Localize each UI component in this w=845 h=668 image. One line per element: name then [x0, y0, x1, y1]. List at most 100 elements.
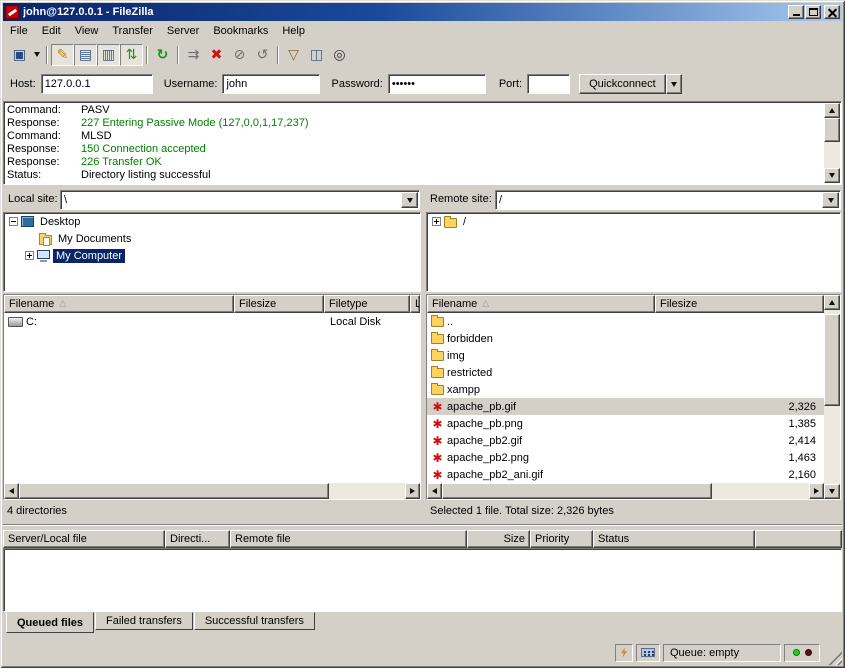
maximize-button[interactable] [805, 5, 821, 19]
message-log: Command:PASV Response:227 Entering Passi… [3, 101, 842, 185]
remote-horizontal-scrollbar[interactable] [427, 483, 824, 499]
scroll-right-button[interactable] [405, 483, 420, 499]
remote-site-dropdown[interactable] [822, 192, 839, 208]
remote-file-row[interactable]: .. [427, 313, 824, 330]
menu-transfer[interactable]: Transfer [105, 23, 160, 39]
menu-file[interactable]: File [3, 23, 35, 39]
column-header-server-local-file[interactable]: Server/Local file [3, 530, 165, 548]
expand-icon[interactable] [432, 217, 441, 226]
remote-file-row[interactable]: ✱apache_pb.png1,385 [427, 415, 824, 432]
cancel-button[interactable]: ✖ [205, 44, 228, 66]
port-input[interactable] [527, 74, 570, 94]
column-header-priority[interactable]: Priority [530, 530, 593, 548]
tree-item-my-documents[interactable]: My Documents [4, 230, 420, 247]
remote-file-row[interactable]: xampp [427, 381, 824, 398]
column-header-filetype[interactable]: Filetype [324, 295, 410, 313]
column-header-filename[interactable]: Filename△ [427, 295, 655, 313]
process-queue-button[interactable]: ⇉ [182, 44, 205, 66]
scroll-right-button[interactable] [809, 483, 824, 499]
remote-site-label: Remote site: [430, 193, 492, 205]
remote-status-text: Selected 1 file. Total size: 2,326 bytes [430, 503, 614, 519]
local-site-dropdown[interactable] [401, 192, 418, 208]
close-button[interactable] [824, 5, 840, 19]
scroll-down-button[interactable] [824, 168, 840, 183]
refresh-button[interactable]: ↻ [151, 44, 174, 66]
tree-item-root[interactable]: / [427, 213, 840, 230]
menu-help[interactable]: Help [275, 23, 312, 39]
scrollbar-track[interactable] [824, 310, 840, 484]
file-icon: ✱ [431, 452, 444, 464]
collapse-icon[interactable] [9, 217, 18, 226]
remote-file-row[interactable]: ✱apache_pb2.png1,463 [427, 449, 824, 466]
remote-directory-tree: / [426, 212, 841, 292]
disconnect-icon: ⊘ [234, 48, 246, 62]
file-icon: ✱ [431, 401, 444, 413]
tab-successful-transfers[interactable]: Successful transfers [194, 612, 315, 630]
minimize-button[interactable] [788, 5, 804, 19]
disconnect-button[interactable]: ⊘ [228, 44, 251, 66]
log-scrollbar[interactable] [824, 103, 840, 183]
scrollbar-thumb[interactable] [19, 483, 329, 499]
scroll-up-button[interactable] [824, 103, 840, 118]
tab-failed-transfers[interactable]: Failed transfers [95, 612, 193, 630]
local-file-row[interactable]: C: Local Disk [4, 313, 420, 330]
column-header-filesize[interactable]: Filesize [655, 295, 824, 313]
scrollbar-track[interactable] [442, 483, 809, 499]
scrollbar-track[interactable] [824, 118, 840, 168]
column-header-status[interactable]: Status [593, 530, 755, 548]
scrollbar-thumb[interactable] [824, 314, 840, 406]
toggle-local-tree-button[interactable]: ▤ [74, 44, 97, 66]
column-header-remote-file[interactable]: Remote file [230, 530, 467, 548]
site-manager-dropdown[interactable] [31, 44, 43, 66]
expand-icon[interactable] [25, 251, 34, 260]
remote-file-row[interactable]: forbidden [427, 330, 824, 347]
column-header-filename[interactable]: Filename△ [4, 295, 234, 313]
local-horizontal-scrollbar[interactable] [4, 483, 420, 499]
queue-body[interactable] [3, 548, 842, 612]
log-line: Response:150 Connection accepted [7, 143, 822, 156]
remote-vertical-scrollbar[interactable] [824, 295, 840, 499]
column-header-lastmodified[interactable]: L [410, 295, 420, 313]
column-header-direction[interactable]: Directi... [165, 530, 230, 548]
local-site-combobox[interactable]: \ [60, 190, 420, 210]
compare-directories-button[interactable]: ◫ [305, 44, 328, 66]
menu-bookmarks[interactable]: Bookmarks [206, 23, 275, 39]
remote-file-row[interactable]: restricted [427, 364, 824, 381]
local-list-header: Filename△ Filesize Filetype L [4, 295, 420, 313]
menu-edit[interactable]: Edit [35, 23, 68, 39]
menu-server[interactable]: Server [160, 23, 206, 39]
column-header-filesize[interactable]: Filesize [234, 295, 324, 313]
search-button[interactable]: ◎ [328, 44, 351, 66]
remote-file-row[interactable]: img [427, 347, 824, 364]
queue-status-text: Queue: empty [670, 647, 739, 659]
quickconnect-dropdown[interactable] [666, 74, 682, 94]
scroll-left-button[interactable] [427, 483, 442, 499]
host-input[interactable] [41, 74, 153, 94]
toggle-remote-tree-button[interactable]: ▥ [97, 44, 120, 66]
tree-item-desktop[interactable]: Desktop [4, 213, 420, 230]
tab-queued-files[interactable]: Queued files [6, 612, 94, 633]
scrollbar-track[interactable] [19, 483, 405, 499]
scroll-down-button[interactable] [824, 484, 840, 499]
scroll-left-button[interactable] [4, 483, 19, 499]
username-input[interactable] [222, 74, 320, 94]
password-input[interactable] [388, 74, 486, 94]
scrollbar-thumb[interactable] [824, 118, 840, 142]
menu-view[interactable]: View [68, 23, 106, 39]
tree-item-my-computer[interactable]: My Computer [4, 247, 420, 264]
reconnect-button[interactable]: ↺ [251, 44, 274, 66]
remote-file-row[interactable]: ✱apache_pb2.gif2,414 [427, 432, 824, 449]
filter-button[interactable]: ▽ [282, 44, 305, 66]
column-header-size[interactable]: Size [467, 530, 530, 548]
remote-file-row[interactable]: ✱apache_pb2_ani.gif2,160 [427, 466, 824, 483]
remote-site-combobox[interactable]: / [495, 190, 841, 210]
scrollbar-thumb[interactable] [442, 483, 712, 499]
scroll-up-button[interactable] [824, 295, 840, 310]
quickconnect-button[interactable]: Quickconnect [579, 74, 666, 94]
log-line: Command:PASV [7, 104, 822, 117]
toolbar-separator [277, 46, 279, 64]
toggle-message-log-button[interactable]: ✎ [51, 44, 74, 66]
site-manager-button[interactable]: ▣ [8, 44, 31, 66]
remote-file-row-selected[interactable]: ✱apache_pb.gif2,326 [427, 398, 824, 415]
toggle-transfer-queue-button[interactable]: ⇅ [120, 44, 143, 66]
